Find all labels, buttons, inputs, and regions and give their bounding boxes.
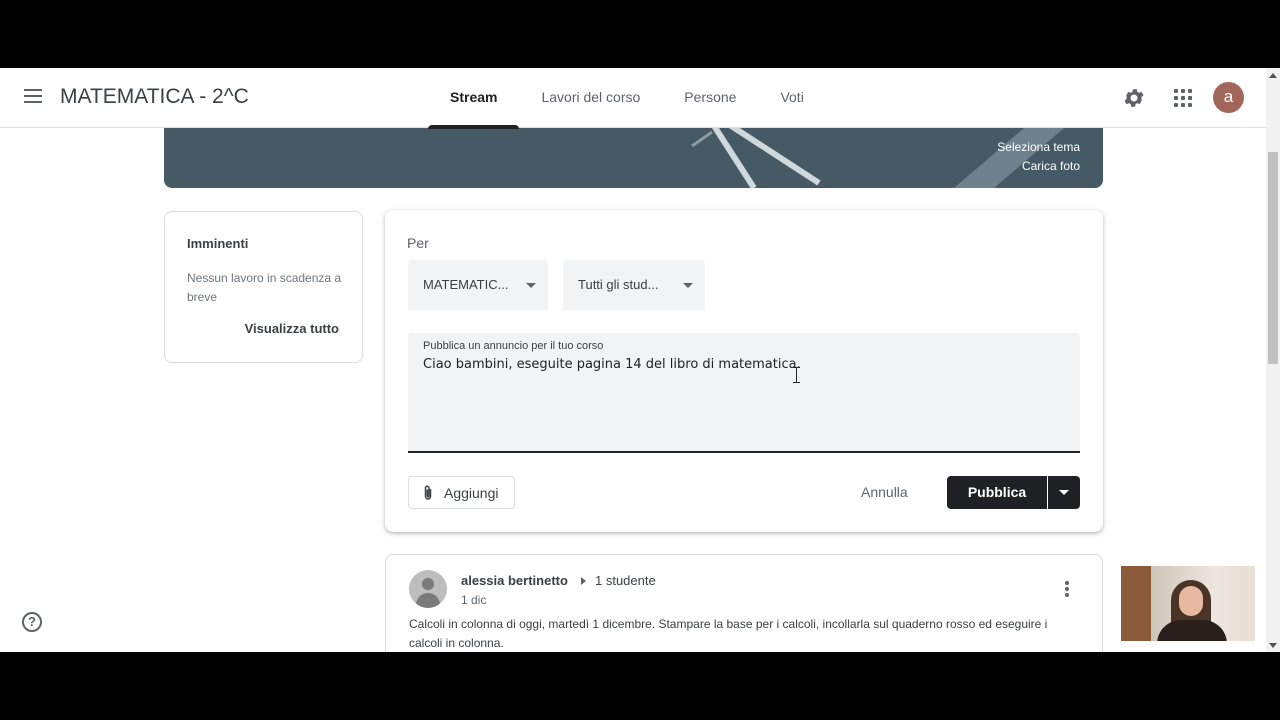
post-audience[interactable]: 1 studente bbox=[595, 573, 656, 588]
tab-grades[interactable]: Voti bbox=[758, 68, 825, 128]
upcoming-card: Imminenti Nessun lavoro in scadenza a br… bbox=[164, 211, 363, 363]
menu-icon[interactable] bbox=[24, 88, 44, 104]
select-theme-link[interactable]: Seleziona tema bbox=[997, 138, 1080, 157]
announcement-textarea[interactable]: Pubblica un annuncio per il tuo corso Ci… bbox=[408, 333, 1080, 453]
post-date: 1 dic bbox=[461, 593, 487, 607]
scroll-up-arrow-icon[interactable] bbox=[1269, 73, 1277, 78]
webcam-overlay bbox=[1121, 566, 1255, 641]
help-icon[interactable]: ? bbox=[22, 612, 42, 632]
more-vert-icon[interactable] bbox=[1065, 581, 1069, 597]
post-author[interactable]: alessia bertinetto bbox=[461, 573, 568, 588]
announcement-field-label: Pubblica un annuncio per il tuo corso bbox=[423, 340, 604, 352]
account-avatar[interactable]: a bbox=[1213, 82, 1244, 113]
text-cursor-icon bbox=[793, 367, 800, 383]
upcoming-title: Imminenti bbox=[187, 236, 249, 251]
announcement-text[interactable]: Ciao bambini, eseguite pagina 14 del lib… bbox=[423, 357, 801, 372]
dropdown-arrow-icon bbox=[683, 283, 693, 288]
post-text: Calcoli in colonna di oggi, martedì 1 di… bbox=[409, 617, 1048, 650]
top-app-bar: MATEMATICA - 2^C Stream Lavori del corso… bbox=[0, 68, 1266, 129]
students-select-value: Tutti gli stud... bbox=[578, 277, 659, 292]
banner-illustration bbox=[691, 128, 1064, 188]
page-scrollbar[interactable] bbox=[1266, 68, 1280, 652]
course-select-value: MATEMATIC... bbox=[423, 277, 509, 292]
tab-people[interactable]: Persone bbox=[662, 68, 758, 128]
cancel-button[interactable]: Annulla bbox=[861, 484, 908, 500]
gear-icon[interactable] bbox=[1122, 86, 1146, 110]
arrow-right-icon bbox=[581, 577, 586, 585]
banner-actions: Seleziona tema Carica foto bbox=[997, 138, 1080, 176]
add-attachment-label: Aggiungi bbox=[444, 485, 499, 501]
upload-photo-link[interactable]: Carica foto bbox=[997, 157, 1080, 176]
add-attachment-button[interactable]: Aggiungi bbox=[408, 476, 515, 509]
for-label: Per bbox=[407, 235, 429, 251]
author-avatar[interactable] bbox=[409, 570, 447, 608]
scroll-thumb[interactable] bbox=[1268, 152, 1278, 364]
apps-grid-icon[interactable] bbox=[1174, 89, 1192, 107]
students-select[interactable]: Tutti gli stud... bbox=[563, 260, 705, 310]
paperclip-icon bbox=[424, 485, 432, 500]
publish-options-button[interactable] bbox=[1048, 476, 1080, 509]
class-title[interactable]: MATEMATICA - 2^C bbox=[60, 85, 249, 109]
dropdown-arrow-icon bbox=[1059, 490, 1069, 495]
course-select[interactable]: MATEMATIC... bbox=[408, 260, 548, 310]
tab-classwork[interactable]: Lavori del corso bbox=[519, 68, 662, 128]
class-banner: Seleziona tema Carica foto bbox=[164, 128, 1103, 188]
view-all-link[interactable]: Visualizza tutto bbox=[245, 321, 339, 336]
upcoming-empty-text: Nessun lavoro in scadenza a breve bbox=[187, 271, 342, 304]
stream-post: alessia bertinetto 1 studente 1 dic Calc… bbox=[385, 554, 1103, 652]
tab-stream[interactable]: Stream bbox=[428, 68, 520, 129]
class-tabs: Stream Lavori del corso Persone Voti bbox=[428, 68, 826, 129]
announcement-composer: Per MATEMATIC... Tutti gli stud... Pubbl… bbox=[385, 210, 1103, 532]
classroom-window: MATEMATICA - 2^C Stream Lavori del corso… bbox=[0, 68, 1280, 652]
publish-button[interactable]: Pubblica bbox=[947, 476, 1047, 509]
dropdown-arrow-icon bbox=[526, 283, 536, 288]
scroll-down-arrow-icon[interactable] bbox=[1269, 643, 1277, 648]
